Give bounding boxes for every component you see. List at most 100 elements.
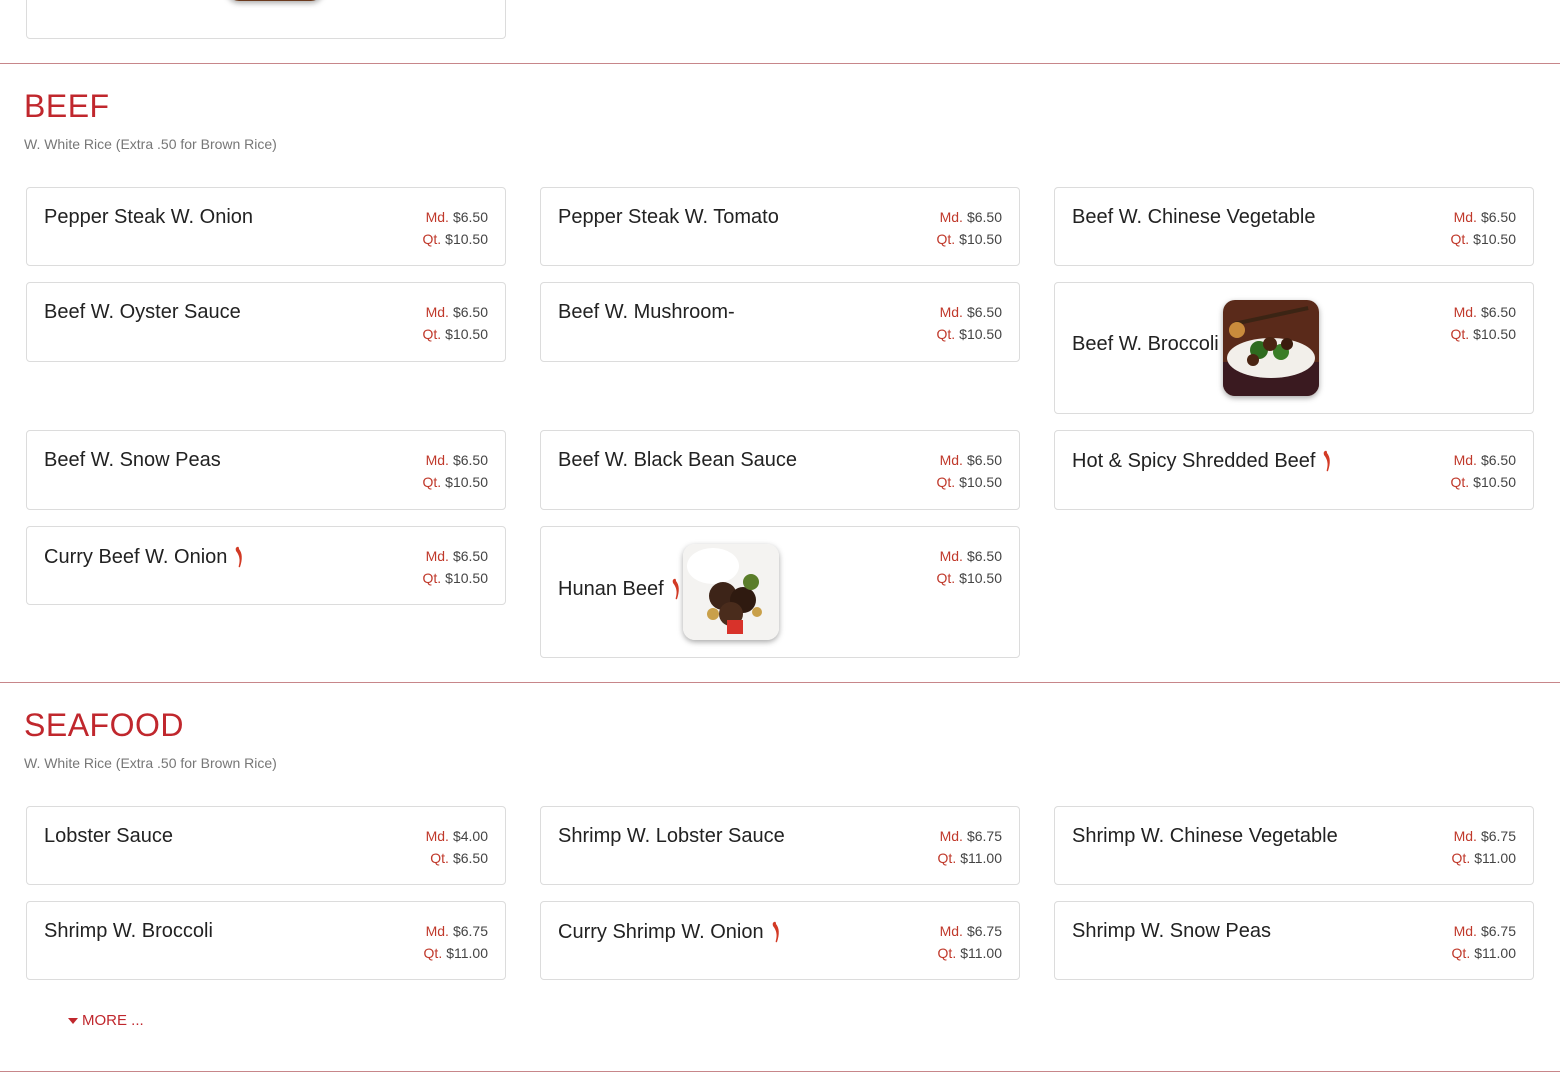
menu-item-card-partial[interactable]: [26, 0, 506, 39]
menu-item-card[interactable]: Pepper Steak W. Onion Md. $6.50 Qt. $10.50: [26, 187, 506, 266]
more-button[interactable]: MORE ...: [68, 1012, 144, 1029]
menu-item-card[interactable]: Beef W. Broccoli Md. $6.50 Qt. $10.50: [1054, 282, 1534, 414]
menu-item-card[interactable]: Curry Shrimp W. Onion Md. $6.75 Qt. $11.00: [540, 901, 1020, 980]
section-divider: [0, 682, 1560, 683]
price-md: $6.75: [1480, 828, 1516, 844]
price-label-qt: Qt.: [936, 474, 956, 490]
price-md: $6.50: [966, 548, 1002, 564]
menu-item-name-row: Hunan Beef: [558, 577, 682, 601]
menu-item-prices: Md. $6.50 Qt. $10.50: [423, 301, 489, 345]
price-label-qt: Qt.: [1451, 850, 1471, 866]
menu-item-name-row: Curry Shrimp W. Onion: [558, 920, 782, 944]
price-label-qt: Qt.: [1450, 474, 1470, 490]
price-md: $6.75: [966, 828, 1002, 844]
menu-item-card[interactable]: Pepper Steak W. Tomato Md. $6.50 Qt. $10.5…: [540, 187, 1020, 266]
menu-item-name: Beef W. Snow Peas: [44, 449, 221, 471]
price-md: $6.75: [452, 923, 488, 939]
menu-item-prices: Md. $6.75 Qt. $11.00: [938, 825, 1002, 869]
chili-pepper-icon: [236, 546, 243, 568]
menu-item-card[interactable]: Shrimp W. Lobster Sauce Md. $6.75 Qt. $11.…: [540, 806, 1020, 885]
price-label-qt: Qt.: [422, 326, 442, 342]
price-qt: $10.50: [1473, 326, 1516, 342]
dish-photo-beef-broccoli: [1223, 300, 1319, 396]
menu-item-card[interactable]: Lobster Sauce Md. $4.00 Qt. $6.50: [26, 806, 506, 885]
menu-item-name: Hot & Spicy Shredded Beef: [1072, 449, 1316, 472]
price-md: $6.50: [1480, 452, 1516, 468]
price-label-md: Md.: [939, 304, 963, 320]
price-label-qt: Qt.: [430, 850, 449, 866]
price-qt: $11.00: [1474, 945, 1516, 961]
chili-pepper-icon: [672, 578, 679, 600]
price-label-qt: Qt.: [422, 474, 442, 490]
menu-item-name: Shrimp W. Snow Peas: [1072, 920, 1271, 942]
price-label-qt: Qt.: [423, 945, 443, 961]
menu-item-prices: Md. $6.50 Qt. $10.50: [1451, 301, 1517, 345]
menu-item-card[interactable]: Hunan Beef Md. $6.50 Qt. $10.50: [540, 526, 1020, 658]
menu-item-card[interactable]: Beef W. Chinese Vegetable Md. $6.50 Qt. $1…: [1054, 187, 1534, 266]
menu-item-name: Pepper Steak W. Onion: [44, 206, 254, 228]
price-md: $6.75: [966, 923, 1002, 939]
menu-item-card[interactable]: Beef W. Oyster Sauce Md. $6.50 Qt. $10.50: [26, 282, 506, 362]
price-qt: $10.50: [1473, 231, 1516, 247]
price-label-md: Md.: [1453, 452, 1477, 468]
menu-item-name: Pepper Steak W. Tomato: [558, 206, 779, 228]
menu-item-name: Beef W. Mushroom-: [558, 301, 735, 323]
menu-item-card[interactable]: Beef W. Black Bean Sauce Md. $6.50 Qt. $10…: [540, 430, 1020, 510]
menu-item-card[interactable]: Shrimp W. Snow Peas Md. $6.75 Qt. $11.00: [1054, 901, 1534, 980]
menu-item-prices: Md. $6.75 Qt. $11.00: [1452, 920, 1516, 964]
price-md: $6.50: [966, 304, 1002, 320]
dish-photo-hunan-beef: [683, 544, 779, 640]
price-md: $6.75: [1480, 923, 1516, 939]
price-label-md: Md.: [425, 452, 449, 468]
menu-item-prices: Md. $6.75 Qt. $11.00: [938, 920, 1002, 964]
section-divider: [0, 1071, 1560, 1072]
price-label-md: Md.: [1453, 828, 1477, 844]
price-label-qt: Qt.: [422, 570, 442, 586]
menu-item-card[interactable]: Beef W. Mushroom- Md. $6.50 Qt. $10.50: [540, 282, 1020, 362]
price-qt: $11.00: [446, 945, 488, 961]
more-label: MORE ...: [82, 1012, 144, 1029]
menu-item-card[interactable]: Shrimp W. Broccoli Md. $6.75 Qt. $11.00: [26, 901, 506, 980]
price-label-qt: Qt.: [1450, 326, 1470, 342]
menu-item-prices: Md. $6.50 Qt. $10.50: [423, 206, 489, 250]
chili-pepper-icon: [1324, 450, 1331, 472]
menu-item-name: Curry Beef W. Onion: [44, 545, 228, 568]
menu-item-prices: Md. $6.50 Qt. $10.50: [423, 545, 489, 589]
menu-item-prices: Md. $6.50 Qt. $10.50: [937, 206, 1003, 250]
price-label-md: Md.: [939, 923, 963, 939]
price-label-md: Md.: [939, 828, 963, 844]
menu-item-card[interactable]: Hot & Spicy Shredded Beef Md. $6.50 Qt. $1…: [1054, 430, 1534, 510]
price-qt: $10.50: [959, 474, 1002, 490]
menu-item-name-row: Curry Beef W. Onion: [44, 545, 245, 569]
price-qt: $10.50: [445, 231, 488, 247]
menu-item-prices: Md. $6.50 Qt. $10.50: [937, 545, 1003, 589]
price-label-md: Md.: [939, 209, 963, 225]
price-label-qt: Qt.: [1450, 231, 1470, 247]
price-md: $6.50: [1480, 209, 1516, 225]
price-label-qt: Qt.: [936, 326, 956, 342]
menu-item-prices: Md. $6.75 Qt. $11.00: [424, 920, 488, 964]
menu-item-name: Beef W. Broccoli: [1072, 333, 1219, 355]
price-qt: $10.50: [959, 231, 1002, 247]
menu-item-name: Beef W. Oyster Sauce: [44, 301, 241, 323]
price-md: $6.50: [1480, 304, 1516, 320]
section-note-seafood: W. White Rice (Extra .50 for Brown Rice): [24, 755, 277, 771]
menu-item-name: Shrimp W. Chinese Vegetable: [1072, 825, 1338, 847]
menu-item-card[interactable]: Shrimp W. Chinese Vegetable Md. $6.75 Qt.…: [1054, 806, 1534, 885]
price-label-md: Md.: [425, 548, 449, 564]
price-label-qt: Qt.: [936, 231, 956, 247]
price-qt: $11.00: [960, 850, 1002, 866]
price-md: $6.50: [452, 304, 488, 320]
price-label-md: Md.: [425, 923, 449, 939]
menu-item-prices: Md. $6.50 Qt. $10.50: [937, 449, 1003, 493]
menu-item-prices: Md. $6.50 Qt. $10.50: [1451, 449, 1517, 493]
menu-item-name: Hunan Beef: [558, 577, 664, 600]
price-label-qt: Qt.: [937, 945, 957, 961]
menu-item-card[interactable]: Beef W. Snow Peas Md. $6.50 Qt. $10.50: [26, 430, 506, 510]
price-label-md: Md.: [425, 304, 449, 320]
section-divider: [0, 63, 1560, 64]
price-qt: $11.00: [960, 945, 1002, 961]
menu-item-card[interactable]: Curry Beef W. Onion Md. $6.50 Qt. $10.50: [26, 526, 506, 605]
price-label-qt: Qt.: [1451, 945, 1471, 961]
price-md: $6.50: [452, 548, 488, 564]
